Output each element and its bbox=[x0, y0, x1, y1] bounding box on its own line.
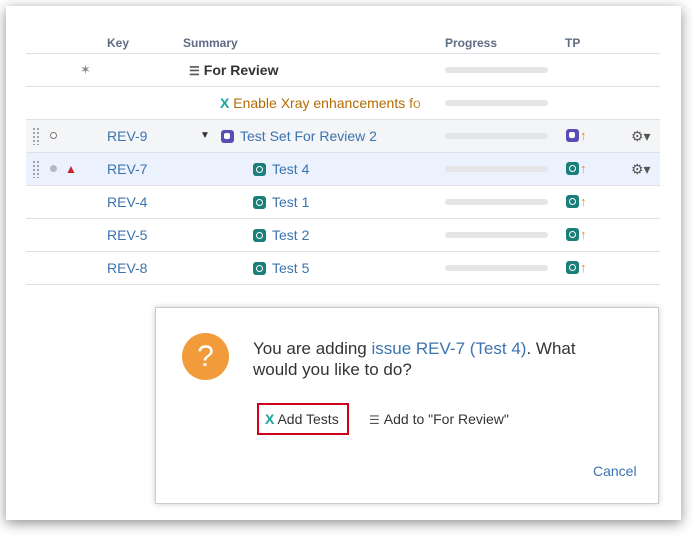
test-set-icon bbox=[221, 130, 234, 143]
summary-text: Test Set For Review 2 bbox=[240, 128, 377, 144]
issue-key-link[interactable]: REV-9 bbox=[107, 120, 147, 152]
add-to-label: Add to "For Review" bbox=[383, 411, 509, 427]
screenshot-frame: Key Summary Progress TP ✶ ☰ For Review X … bbox=[6, 6, 681, 520]
xray-notice[interactable]: X Enable Xray enhancements fo bbox=[220, 87, 421, 119]
progress-bar bbox=[445, 67, 548, 73]
xray-notice-text: Enable Xray enhancements fo bbox=[233, 95, 421, 111]
test-icon bbox=[253, 196, 266, 209]
test-icon bbox=[566, 162, 579, 175]
issue-summary-link[interactable]: Test 2 bbox=[253, 219, 309, 251]
xray-icon: X bbox=[220, 95, 230, 111]
summary-text: Test 5 bbox=[272, 260, 310, 276]
header-progress[interactable]: Progress bbox=[445, 36, 497, 50]
header-tp[interactable]: TP bbox=[565, 36, 580, 50]
tp-cell: ↑ bbox=[566, 252, 587, 284]
summary-text: Test 2 bbox=[272, 227, 310, 243]
priority-arrow-icon: ↑ bbox=[580, 161, 587, 176]
test-icon bbox=[253, 262, 266, 275]
status-dot-icon bbox=[50, 132, 57, 139]
issue-key-link[interactable]: REV-4 bbox=[107, 186, 147, 218]
issue-summary-link[interactable]: Test 1 bbox=[253, 186, 309, 218]
summary-text: Test 1 bbox=[272, 194, 310, 210]
list-icon: ☰ bbox=[369, 413, 380, 427]
question-icon: ? bbox=[182, 333, 229, 380]
gear-icon[interactable]: ⚙▾ bbox=[631, 153, 651, 185]
test-icon bbox=[253, 229, 266, 242]
dialog-message: You are adding issue REV-7 (Test 4). Wha… bbox=[253, 338, 613, 380]
list-icon: ☰ bbox=[189, 64, 200, 78]
issue-key-link[interactable]: REV-5 bbox=[107, 219, 147, 251]
gear-icon[interactable]: ⚙▾ bbox=[631, 120, 651, 152]
table-row[interactable]: REV-9 ▼ Test Set For Review 2 ↑ ⚙▾ bbox=[26, 119, 660, 152]
xray-notice-row: X Enable Xray enhancements fo bbox=[26, 86, 660, 119]
tp-cell: ↑ bbox=[566, 186, 587, 218]
issue-link[interactable]: issue REV-7 (Test 4) bbox=[372, 339, 527, 358]
table-row[interactable]: REV-8 Test 5 ↑ bbox=[26, 251, 660, 285]
group-title: ☰ For Review bbox=[189, 54, 278, 86]
priority-arrow-icon: ↑ bbox=[580, 194, 587, 209]
progress-bar bbox=[445, 166, 548, 172]
table-row[interactable]: REV-5 Test 2 ↑ bbox=[26, 218, 660, 251]
priority-arrow-icon: ↑ bbox=[580, 227, 587, 242]
test-icon bbox=[566, 228, 579, 241]
progress-bar bbox=[445, 133, 548, 139]
header-summary[interactable]: Summary bbox=[183, 36, 238, 50]
add-issue-dialog: ? You are adding issue REV-7 (Test 4). W… bbox=[155, 307, 659, 504]
header-key[interactable]: Key bbox=[107, 36, 129, 50]
summary-text: Test 4 bbox=[272, 161, 310, 177]
warning-icon: ▲ bbox=[65, 162, 77, 176]
cancel-link[interactable]: Cancel bbox=[593, 463, 637, 479]
progress-bar bbox=[445, 100, 548, 106]
add-to-group-button[interactable]: ☰ Add to "For Review" bbox=[369, 403, 509, 435]
progress-bar bbox=[445, 265, 548, 271]
group-title-text: For Review bbox=[203, 62, 279, 78]
magic-wand-icon[interactable]: ✶ bbox=[80, 54, 91, 86]
add-tests-label: Add Tests bbox=[277, 411, 339, 427]
progress-bar bbox=[445, 232, 548, 238]
test-icon bbox=[253, 163, 266, 176]
group-row: ✶ ☰ For Review bbox=[26, 53, 660, 86]
priority-arrow-icon: ↑ bbox=[580, 260, 587, 275]
add-tests-button[interactable]: X Add Tests bbox=[257, 403, 349, 435]
tp-cell: ↑ bbox=[566, 153, 587, 185]
tp-cell: ↑ bbox=[566, 120, 587, 152]
drag-handle-icon[interactable] bbox=[32, 127, 40, 145]
issue-summary-link[interactable]: Test 5 bbox=[253, 252, 309, 284]
tp-cell: ↑ bbox=[566, 219, 587, 251]
drag-handle-icon[interactable] bbox=[32, 160, 40, 178]
test-icon bbox=[566, 261, 579, 274]
status-dot-icon bbox=[50, 165, 57, 172]
issue-summary-link[interactable]: Test Set For Review 2 bbox=[221, 120, 377, 152]
test-set-icon bbox=[566, 129, 579, 142]
issue-key-link[interactable]: REV-8 bbox=[107, 252, 147, 284]
table-row[interactable]: ▲ REV-7 Test 4 ↑ ⚙▾ bbox=[26, 152, 660, 185]
message-prefix: You are adding bbox=[253, 339, 367, 358]
priority-arrow-icon: ↑ bbox=[580, 128, 587, 143]
xray-icon: X bbox=[265, 411, 275, 427]
collapse-caret-icon[interactable]: ▼ bbox=[200, 120, 210, 152]
test-icon bbox=[566, 195, 579, 208]
issue-summary-link[interactable]: Test 4 bbox=[253, 153, 309, 185]
issue-key-link[interactable]: REV-7 bbox=[107, 153, 147, 185]
table-row[interactable]: REV-4 Test 1 ↑ bbox=[26, 185, 660, 218]
progress-bar bbox=[445, 199, 548, 205]
